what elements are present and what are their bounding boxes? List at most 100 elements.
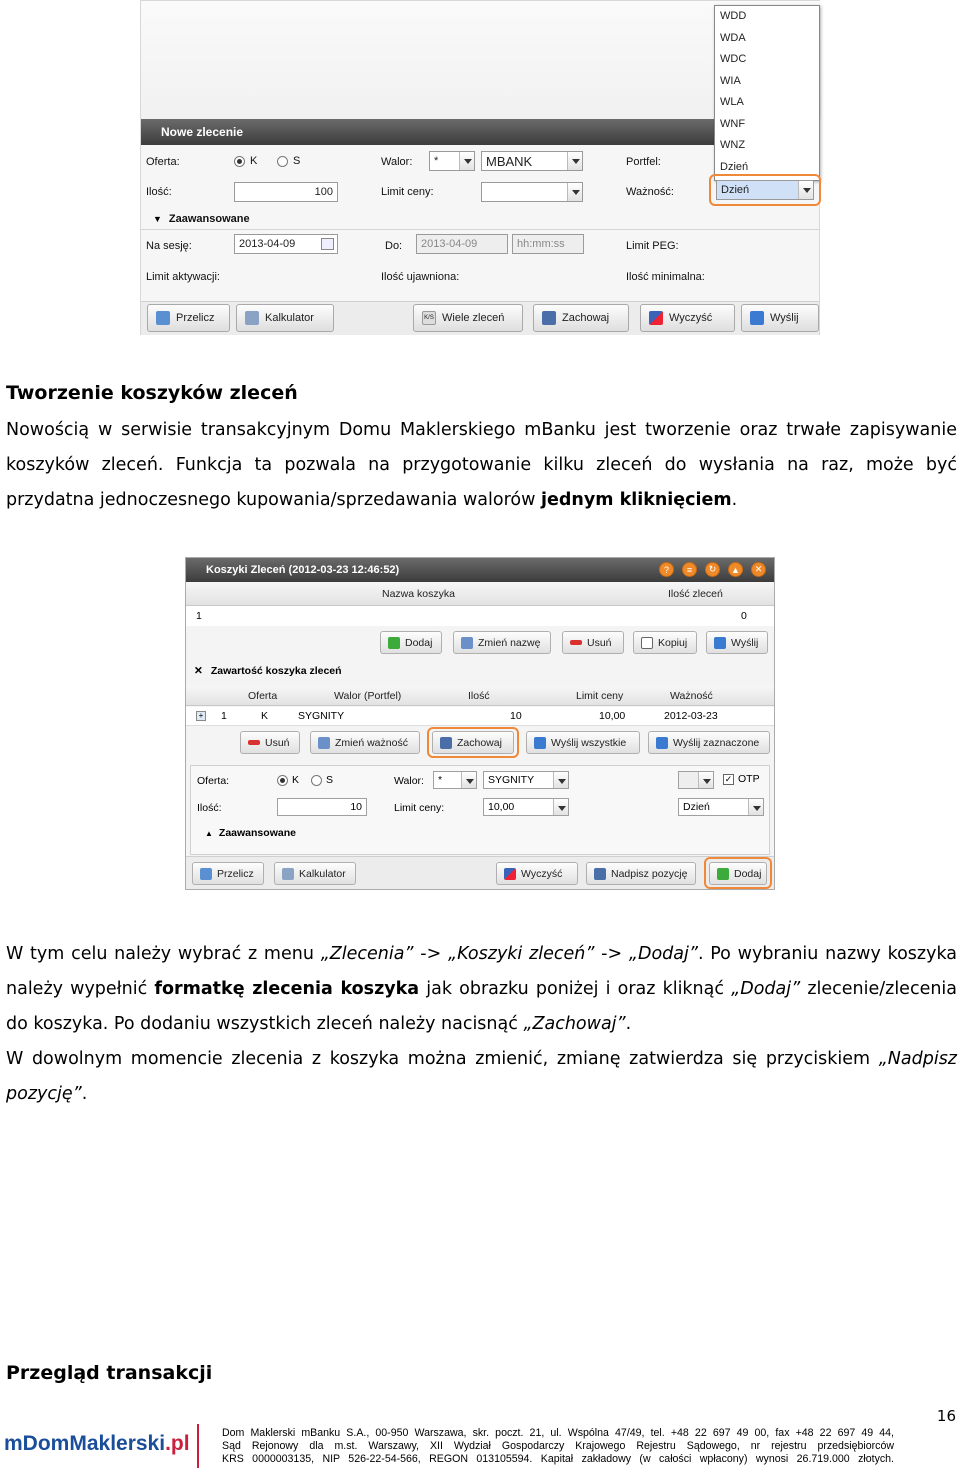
table-row[interactable]: + 1 K SYGNITY 10 10,00 2012-03-23 [186, 707, 774, 726]
help-icon[interactable]: ? [659, 562, 674, 577]
row-walor: SYGNITY [298, 710, 345, 722]
menu-icon[interactable]: ≡ [682, 562, 697, 577]
usun-order-button[interactable]: Usuń [240, 731, 300, 754]
expand-icon[interactable]: + [196, 711, 206, 721]
footer-line-2: Sąd Rejonowy dla m.st. Warszawy, XII Wyd… [222, 1440, 894, 1452]
otp-select[interactable] [678, 771, 714, 789]
dodaj-basket-button[interactable]: Dodaj [380, 631, 442, 654]
chevron-down-icon[interactable] [567, 183, 582, 201]
radio-sell-circle[interactable] [277, 155, 288, 167]
radio-buy[interactable]: K [277, 774, 299, 786]
waznosc-select[interactable]: Dzień [678, 798, 764, 816]
chevron-down-icon[interactable] [553, 772, 568, 788]
wyczysc-button[interactable]: Wyczyść [496, 862, 578, 885]
ilosc-input[interactable]: 100 [234, 182, 338, 202]
wyczysc-label: Wyczyść [521, 867, 563, 880]
chevron-down-icon[interactable] [567, 152, 582, 170]
advanced-toggle[interactable]: ▼ Zaawansowane [153, 213, 250, 225]
wyslij-label: Wyślij [770, 312, 799, 324]
col-oferta: Oferta [248, 690, 278, 702]
wyslij-zaznaczone-button[interactable]: Wyślij zaznaczone [648, 731, 770, 754]
zachowaj-button[interactable]: Zachowaj [533, 304, 629, 332]
para-text: -> [594, 944, 629, 964]
chevron-down-icon[interactable] [461, 772, 476, 788]
radio-buy-circle[interactable] [234, 155, 245, 167]
radio-sell-circle[interactable] [311, 774, 322, 786]
do-date-input[interactable]: 2013-04-09 [416, 234, 508, 254]
collapse-icon[interactable]: ▲ [728, 562, 743, 577]
basket-form-toolbar: Przelicz Kalkulator Wyczyść Nadpisz pozy… [186, 856, 774, 889]
wiele-zlecen-button[interactable]: K/S Wiele zleceń [413, 304, 523, 332]
zachowaj-label: Zachowaj [562, 312, 610, 324]
radio-sell[interactable]: S [277, 155, 300, 167]
walor-filter-select[interactable]: * [429, 151, 475, 171]
close-icon[interactable]: ✕ [751, 562, 766, 577]
overwrite-icon [594, 867, 606, 880]
kalkulator-button[interactable]: Kalkulator [274, 862, 356, 885]
waznosc-select[interactable]: Dzień [716, 180, 814, 200]
para-italic: „Dodaj” [731, 979, 801, 999]
radio-sell[interactable]: S [311, 774, 333, 786]
kopiuj-button[interactable]: Kopiuj [633, 631, 697, 654]
nadpisz-pozycje-button[interactable]: Nadpisz pozycję [586, 862, 696, 885]
kalkulator-button[interactable]: Kalkulator [236, 304, 334, 332]
otp-checkbox[interactable]: ✓ OTP [723, 773, 760, 785]
waznosc-dropdown-list[interactable]: WDD WDA WDC WIA WLA WNF WNZ Dzień [714, 5, 820, 181]
save-icon [440, 736, 452, 749]
chevron-down-icon[interactable] [553, 799, 568, 815]
dropdown-option[interactable]: WLA [715, 92, 819, 114]
dropdown-option[interactable]: WIA [715, 71, 819, 93]
checkbox-checked-icon[interactable]: ✓ [723, 773, 734, 785]
table-row[interactable]: 1 0 [186, 606, 774, 626]
radio-buy-circle[interactable] [277, 774, 288, 786]
waznosc-value: Dzień [683, 801, 710, 813]
przelicz-button[interactable]: Przelicz [192, 862, 264, 885]
zmien-waznosc-button[interactable]: Zmień ważność [310, 731, 420, 754]
chevron-down-icon[interactable] [748, 799, 763, 815]
col-walor: Walor (Portfel) [334, 690, 402, 702]
contents-table-header: Oferta Walor (Portfel) Ilość Limit ceny … [186, 686, 774, 706]
radio-buy[interactable]: K [234, 155, 257, 167]
dodaj-label: Dodaj [734, 867, 762, 880]
new-order-toolbar: Przelicz Kalkulator K/S Wiele zleceń Zach… [141, 301, 819, 335]
baskets-screenshot: Koszyki Zleceń (2012-03-23 12:46:52) ? ≡… [185, 557, 775, 890]
wyczysc-button[interactable]: Wyczyść [640, 304, 735, 332]
menu-path-zlecenia: „Zlecenia” [320, 944, 414, 964]
close-icon[interactable]: ✕ [194, 665, 203, 677]
wyslij-label: Wyślij [731, 636, 759, 649]
kalkulator-label: Kalkulator [299, 867, 346, 880]
dropdown-option[interactable]: WDD [715, 6, 819, 28]
advanced-toggle[interactable]: ▲ Zaawansowane [205, 827, 296, 839]
usun-basket-button[interactable]: Usuń [562, 631, 624, 654]
limit-ceny-select[interactable] [481, 182, 583, 202]
dropdown-option[interactable]: WNF [715, 114, 819, 136]
wyslij-button[interactable]: Wyślij [741, 304, 819, 332]
menu-path-dodaj: „Dodaj” [628, 944, 698, 964]
do-time-input[interactable]: hh:mm:ss [512, 234, 584, 254]
chevron-down-icon[interactable] [698, 772, 713, 788]
dodaj-order-button[interactable]: Dodaj [709, 862, 767, 885]
wyslij-wszystkie-button[interactable]: Wyślij wszystkie [526, 731, 640, 754]
dropdown-option[interactable]: WDC [715, 49, 819, 71]
walor-label: Walor: [381, 156, 413, 168]
refresh-icon[interactable]: ↻ [705, 562, 720, 577]
walor-filter-value: * [434, 155, 439, 167]
dropdown-option[interactable]: WDA [715, 28, 819, 50]
calendar-icon[interactable] [321, 238, 334, 250]
zmien-nazwe-button[interactable]: Zmień nazwę [453, 631, 551, 654]
walor-select[interactable]: SYGNITY [483, 771, 569, 789]
ilosc-input[interactable]: 10 [277, 798, 367, 816]
przelicz-button[interactable]: Przelicz [147, 304, 230, 332]
window-controls: ? ≡ ↻ ▲ ✕ [659, 562, 766, 577]
chevron-down-icon[interactable] [459, 152, 474, 170]
wyslij-basket-button[interactable]: Wyślij [706, 631, 768, 654]
dropdown-option[interactable]: WNZ [715, 135, 819, 157]
para-text: -> [413, 944, 449, 964]
limit-ceny-select[interactable]: 10,00 [483, 798, 569, 816]
walor-filter-select[interactable]: * [433, 771, 477, 789]
waznosc-label: Ważność: [626, 186, 674, 198]
zachowaj-basket-button[interactable]: Zachowaj [432, 731, 514, 754]
chevron-down-icon[interactable] [798, 181, 813, 199]
na-sesje-input[interactable]: 2013-04-09 [234, 234, 338, 254]
walor-select[interactable]: MBANK [481, 151, 583, 171]
